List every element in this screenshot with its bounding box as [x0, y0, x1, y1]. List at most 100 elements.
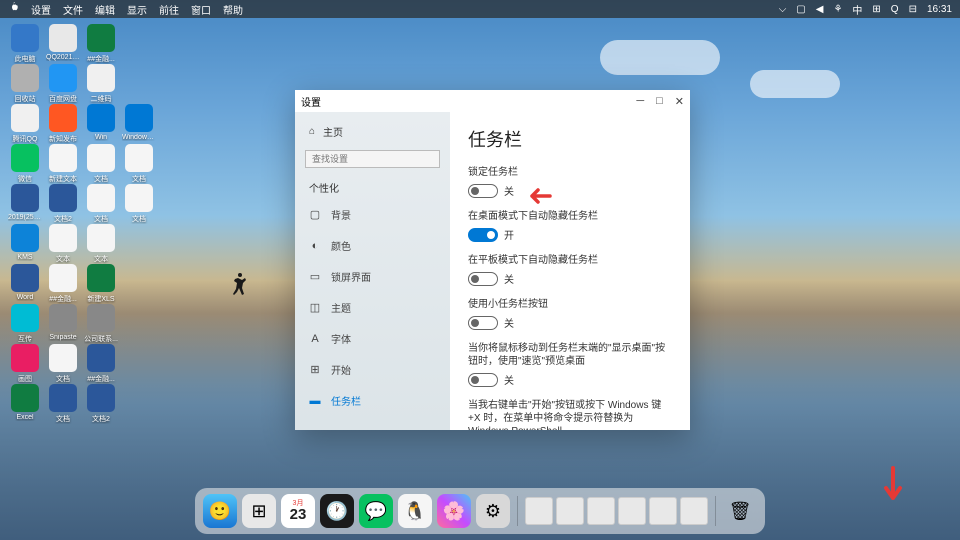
dock: 🙂 ⊞ 3月 23 🕐 💬 🐧 🌸 ⚙ 🗑: [195, 488, 765, 534]
menu-help[interactable]: 帮助: [223, 2, 243, 17]
desktop-icon[interactable]: 2019(25)26: [8, 184, 42, 224]
icon-label: 腾讯QQ: [8, 134, 42, 144]
toggle-state-text: 关: [504, 372, 514, 387]
desktop-icon[interactable]: 文档: [122, 144, 156, 184]
grid-icon[interactable]: ⊞: [872, 4, 880, 15]
toggle-switch[interactable]: [468, 184, 498, 198]
dock-launchpad[interactable]: ⊞: [242, 494, 276, 528]
app-icon: [49, 384, 77, 412]
desktop-icon[interactable]: 此电脑: [8, 24, 42, 64]
maximize-button[interactable]: □: [656, 95, 663, 108]
setting-label: 锁定任务栏: [468, 166, 672, 179]
toggle-switch[interactable]: [468, 228, 498, 242]
user-icon[interactable]: ⚘: [833, 4, 842, 15]
menu-edit[interactable]: 编辑: [95, 2, 115, 17]
desktop-icon[interactable]: 腾讯QQ: [8, 104, 42, 144]
menu-settings[interactable]: 设置: [31, 2, 51, 17]
desktop-icon[interactable]: Win: [84, 104, 118, 144]
desktop-icon[interactable]: QQ20210...: [46, 24, 80, 64]
desktop-icon[interactable]: 微信: [8, 144, 42, 184]
window-titlebar[interactable]: 设置 ─ □ ✕: [295, 90, 690, 112]
ime-icon[interactable]: 中: [852, 2, 862, 17]
desktop-icon[interactable]: 文档: [84, 184, 118, 224]
close-button[interactable]: ✕: [675, 95, 684, 108]
display-icon[interactable]: ▢: [796, 4, 805, 15]
dock-qq[interactable]: 🐧: [398, 494, 432, 528]
desktop-icon[interactable]: 文本: [84, 224, 118, 264]
toggle-switch[interactable]: [468, 316, 498, 330]
desktop-icon[interactable]: Excel: [8, 384, 42, 424]
app-icon: [49, 264, 77, 292]
desktop-icon[interactable]: 新知发布: [46, 104, 80, 144]
icon-label: 文档: [122, 174, 156, 184]
icon-label: 文档: [84, 214, 118, 224]
desktop-icon[interactable]: 文档: [46, 344, 80, 384]
toggle-switch[interactable]: [468, 272, 498, 286]
menu-window[interactable]: 窗口: [191, 2, 211, 17]
app-icon: [49, 184, 77, 212]
search-icon[interactable]: Q: [891, 4, 899, 15]
nav-item-主题[interactable]: ◫主题: [295, 292, 450, 323]
home-nav[interactable]: ⌂ 主页: [295, 120, 450, 143]
app-icon: [11, 224, 39, 252]
icon-label: QQ20210...: [46, 54, 80, 61]
app-icon: [125, 144, 153, 172]
nav-item-字体[interactable]: A字体: [295, 323, 450, 354]
nav-icon: A: [309, 333, 321, 345]
desktop-icon[interactable]: 回收站: [8, 64, 42, 104]
wifi-icon[interactable]: ⌵: [779, 4, 787, 15]
setting-label: 在平板模式下自动隐藏任务栏: [468, 254, 672, 267]
menu-view[interactable]: 显示: [127, 2, 147, 17]
toggle-state-text: 开: [504, 227, 514, 242]
icon-label: Word: [8, 294, 42, 301]
dock-wechat[interactable]: 💬: [359, 494, 393, 528]
dock-settings[interactable]: ⚙: [476, 494, 510, 528]
desktop-icon[interactable]: 文档: [84, 144, 118, 184]
menu-go[interactable]: 前往: [159, 2, 179, 17]
dock-photos[interactable]: 🌸: [437, 494, 471, 528]
annotation-arrow-corner: [881, 466, 905, 500]
icon-label: 新建XLS: [84, 294, 118, 304]
nav-item-开始[interactable]: ⊞开始: [295, 354, 450, 385]
nav-item-锁屏界面[interactable]: ▭锁屏界面: [295, 261, 450, 292]
dock-trash[interactable]: 🗑: [723, 494, 757, 528]
dock-calendar[interactable]: 3月 23: [281, 494, 315, 528]
desktop-icon[interactable]: ##金融...: [46, 264, 80, 304]
desktop-icon[interactable]: 文档2: [46, 184, 80, 224]
desktop-icon[interactable]: KMS: [8, 224, 42, 264]
desktop-icon[interactable]: 二维码: [84, 64, 118, 104]
icon-label: 文本: [46, 254, 80, 264]
volume-icon[interactable]: ◀: [816, 4, 824, 15]
minimize-button[interactable]: ─: [636, 95, 644, 108]
nav-item-颜色[interactable]: ◐颜色: [295, 230, 450, 261]
nav-item-任务栏[interactable]: ▬任务栏: [295, 385, 450, 416]
apple-menu-icon[interactable]: [8, 2, 19, 17]
desktop-icon[interactable]: 公司联系...: [84, 304, 118, 344]
desktop-icon[interactable]: Word: [8, 264, 42, 304]
desktop-icon[interactable]: Windows ...: [122, 104, 156, 144]
desktop-icon[interactable]: 文档: [122, 184, 156, 224]
icon-label: 文本: [84, 254, 118, 264]
search-input[interactable]: [305, 150, 440, 168]
desktop-icon[interactable]: 百度网盘: [46, 64, 80, 104]
desktop-icon[interactable]: Snipaste: [46, 304, 80, 344]
desktop-icon[interactable]: 新建XLS: [84, 264, 118, 304]
dock-finder[interactable]: 🙂: [203, 494, 237, 528]
desktop-icon[interactable]: 互传: [8, 304, 42, 344]
desktop-icon[interactable]: 画图: [8, 344, 42, 384]
desktop-icon[interactable]: 文本: [46, 224, 80, 264]
menu-file[interactable]: 文件: [63, 2, 83, 17]
desktop-icon[interactable]: ##金融...: [84, 344, 118, 384]
desktop-icon[interactable]: 文档2: [84, 384, 118, 424]
dock-window-previews[interactable]: [525, 497, 708, 525]
icon-label: 微信: [8, 174, 42, 184]
desktop-icon[interactable]: ##金融...: [84, 24, 118, 64]
desktop-icon[interactable]: 文档: [46, 384, 80, 424]
nav-item-背景[interactable]: ▢背景: [295, 199, 450, 230]
dock-clock[interactable]: 🕐: [320, 494, 354, 528]
control-icon[interactable]: ⊟: [909, 4, 917, 15]
toggle-switch[interactable]: [468, 373, 498, 387]
setting-item: 当我右键单击"开始"按钮或按下 Windows 键+X 时，在菜单中将命令提示符…: [468, 399, 672, 430]
menubar-time[interactable]: 16:31: [927, 4, 952, 15]
desktop-icon[interactable]: 新建文本: [46, 144, 80, 184]
